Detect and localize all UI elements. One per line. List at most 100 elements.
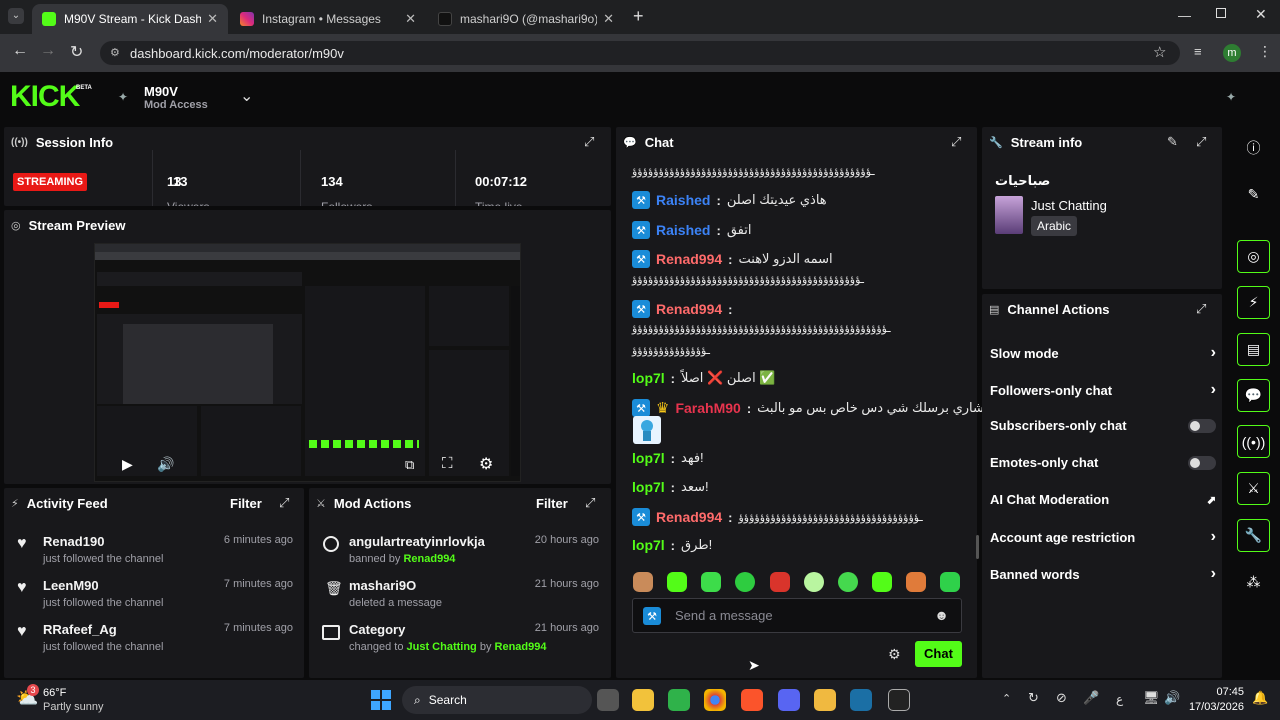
mod-action-moderator[interactable]: Renad994 <box>495 641 547 653</box>
edit-stream-icon[interactable]: ✎ <box>1237 178 1270 211</box>
ai-moderation-action[interactable]: AI Chat Moderation ⬈ <box>990 492 1216 507</box>
notification-bell-icon[interactable]: 🔔 <box>1252 690 1268 706</box>
subscribers-only-toggle[interactable] <box>1188 418 1216 433</box>
brave-icon[interactable] <box>741 689 763 711</box>
chat-scrollbar[interactable] <box>976 535 979 559</box>
expand-icon[interactable]: ⤢ <box>279 495 289 511</box>
emote-3-icon[interactable] <box>701 572 721 592</box>
steam-icon[interactable] <box>850 689 872 711</box>
activity-filter-button[interactable]: Filter <box>230 496 262 511</box>
chat-username[interactable]: lop7l <box>632 370 665 386</box>
close-tab-icon[interactable]: ✕ <box>405 11 416 27</box>
user-avatar-icon[interactable]: ✦ <box>1226 90 1236 104</box>
chat-username[interactable]: lop7l <box>632 479 665 495</box>
stream-video[interactable] <box>94 243 521 482</box>
chat-username[interactable]: FarahM90 <box>675 400 740 416</box>
chat-username[interactable]: Renad994 <box>656 509 722 525</box>
subscribers-only-action[interactable]: Subscribers-only chat <box>990 418 1216 433</box>
mod-action-category[interactable]: Just Chatting <box>407 641 477 653</box>
stream-info-toggle-icon[interactable]: 🔧 <box>1237 519 1270 552</box>
category-name[interactable]: Just Chatting <box>1031 198 1107 213</box>
browser-menu-icon[interactable]: ⋮ <box>1258 43 1272 60</box>
chat-settings-icon[interactable]: ⚙ <box>888 646 901 663</box>
mod-filter-button[interactable]: Filter <box>536 496 568 511</box>
new-tab-button[interactable]: + <box>633 6 644 27</box>
add-widget-icon[interactable]: ⁂ <box>1237 566 1270 599</box>
chat-username[interactable]: Renad994 <box>656 251 722 267</box>
kick-logo[interactable]: KICK <box>10 82 80 112</box>
forward-icon[interactable]: → <box>40 42 56 60</box>
channel-actions-toggle-icon[interactable]: ▤ <box>1237 333 1270 366</box>
profile-avatar[interactable]: m <box>1223 44 1241 62</box>
reload-icon[interactable]: ↻ <box>70 42 83 62</box>
activity-toggle-icon[interactable]: ⚡ <box>1237 286 1270 319</box>
taskbar-search[interactable]: ⌕ Search <box>402 686 592 714</box>
expand-icon[interactable]: ⤢ <box>1196 134 1206 150</box>
expand-icon[interactable]: ⤢ <box>585 495 595 511</box>
banned-words-action[interactable]: Banned words › <box>990 565 1216 583</box>
chat-username[interactable]: Raished <box>656 222 710 238</box>
category-thumbnail[interactable] <box>995 196 1023 234</box>
bookmark-star-icon[interactable]: ☆ <box>1153 43 1166 61</box>
mod-action-moderator[interactable]: Renad994 <box>403 553 455 565</box>
chat-input[interactable]: ⚒ Send a message ☻ <box>632 598 962 633</box>
chat-username[interactable]: Renad994 <box>656 301 722 317</box>
emote-4-icon[interactable] <box>735 572 755 592</box>
close-tab-icon[interactable]: ✕ <box>603 11 614 27</box>
volume-tray-icon[interactable]: 🔊 <box>1164 690 1180 706</box>
task-view-icon[interactable] <box>597 689 619 711</box>
emotes-only-action[interactable]: Emotes-only chat <box>990 455 1216 470</box>
info-icon[interactable]: ⓘ <box>1237 131 1270 164</box>
close-tab-icon[interactable]: ✕ <box>207 11 218 27</box>
chat-toggle-icon[interactable]: 💬 <box>1237 379 1270 412</box>
mod-actions-toggle-icon[interactable]: ⚔ <box>1237 472 1270 505</box>
address-bar[interactable]: dashboard.kick.com/moderator/m90v <box>100 41 1180 65</box>
fullscreen-icon[interactable]: ⛶ <box>442 455 453 472</box>
discord-icon[interactable] <box>778 689 800 711</box>
tray-network-off-icon[interactable]: ⊘ <box>1056 690 1067 706</box>
windows-start-icon[interactable] <box>371 690 391 710</box>
emote-10-icon[interactable] <box>940 572 960 592</box>
chat-username[interactable]: lop7l <box>632 537 665 553</box>
emote-6-icon[interactable] <box>804 572 824 592</box>
app-icon[interactable] <box>814 689 836 711</box>
clock-date[interactable]: 17/03/2026 <box>1186 701 1244 713</box>
emote-9-icon[interactable] <box>906 572 926 592</box>
maximize-icon[interactable] <box>1216 8 1226 18</box>
input-language[interactable]: ع <box>1116 692 1123 706</box>
xbox-app-icon[interactable] <box>668 689 690 711</box>
emote-7-icon[interactable] <box>838 572 858 592</box>
session-toggle-icon[interactable]: ((•)) <box>1237 425 1270 458</box>
tray-sync-icon[interactable]: ↻ <box>1028 690 1039 706</box>
expand-icon[interactable]: ⤢ <box>584 134 594 150</box>
tab-list-icon[interactable]: ⌄ <box>8 8 24 24</box>
preview-toggle-icon[interactable]: ◎ <box>1237 240 1270 273</box>
slow-mode-action[interactable]: Slow mode › <box>990 344 1216 362</box>
expand-icon[interactable]: ⤢ <box>951 134 961 150</box>
close-window-icon[interactable]: ✕ <box>1255 6 1267 23</box>
back-icon[interactable]: ← <box>12 42 28 60</box>
channel-switcher-chevron-icon[interactable]: ⌄ <box>240 86 253 106</box>
expand-icon[interactable]: ⤢ <box>1196 301 1206 317</box>
emote-1-icon[interactable] <box>633 572 653 592</box>
video-settings-icon[interactable]: ⚙ <box>479 454 493 474</box>
send-chat-button[interactable]: Chat <box>915 641 962 667</box>
tab-tiktok[interactable]: mashari9O (@mashari9o) | TikT ✕ <box>428 4 624 34</box>
account-age-action[interactable]: Account age restriction › <box>990 528 1216 546</box>
pip-icon[interactable]: ⧉ <box>405 457 414 473</box>
emote-2-icon[interactable] <box>667 572 687 592</box>
site-info-icon[interactable]: ⚙ <box>110 46 120 59</box>
clock-time[interactable]: 07:45 <box>1196 686 1244 698</box>
emote-8-icon[interactable] <box>872 572 892 592</box>
minimize-icon[interactable]: — <box>1178 8 1191 23</box>
emote-5-icon[interactable] <box>770 572 790 592</box>
tab-kick-dashboard[interactable]: M90V Stream - Kick Dashboard ✕ <box>32 4 228 34</box>
chrome-icon[interactable] <box>704 689 726 711</box>
edit-icon[interactable]: ✎ <box>1167 134 1178 150</box>
emotes-only-toggle[interactable] <box>1188 455 1216 470</box>
chat-username[interactable]: Raished <box>656 192 710 208</box>
tab-instagram[interactable]: Instagram • Messages ✕ <box>230 4 426 34</box>
media-controls-icon[interactable]: ≡ <box>1194 44 1202 59</box>
chat-username[interactable]: lop7l <box>632 450 665 466</box>
capcut-icon[interactable] <box>888 689 910 711</box>
